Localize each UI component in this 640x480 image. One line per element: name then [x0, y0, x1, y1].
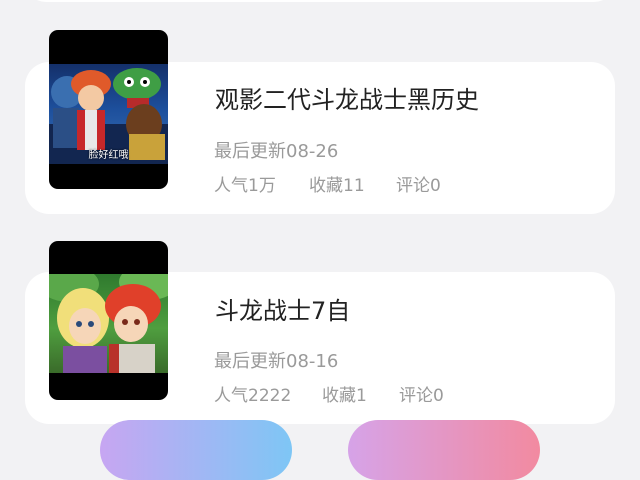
comments-count: 评论0 — [399, 386, 444, 406]
cover-caption: 脸好红哦 — [88, 150, 129, 161]
comments-count: 评论0 — [396, 176, 441, 196]
cover-artwork — [49, 274, 168, 373]
work-cover-image[interactable] — [49, 241, 168, 400]
last-updated-text: 最后更新08-26 — [214, 141, 339, 162]
cover-artwork: 脸好红哦 — [49, 64, 168, 164]
work-cover-image[interactable]: 脸好红哦 — [49, 30, 168, 189]
left-action-button[interactable] — [100, 420, 292, 480]
last-updated-text: 最后更新08-16 — [214, 351, 339, 372]
popularity-count: 人气2222 — [214, 386, 292, 406]
popularity-count: 人气1万 — [214, 176, 276, 196]
previous-card-edge — [25, 0, 615, 2]
work-title[interactable]: 斗龙战士7自 — [215, 291, 350, 326]
favorites-count: 收藏11 — [309, 176, 365, 196]
cartoon-characters-illustration — [49, 274, 168, 373]
favorites-count: 收藏1 — [322, 386, 367, 406]
right-action-button[interactable] — [348, 420, 540, 480]
work-title[interactable]: 观影二代斗龙战士黑历史 — [215, 80, 479, 115]
